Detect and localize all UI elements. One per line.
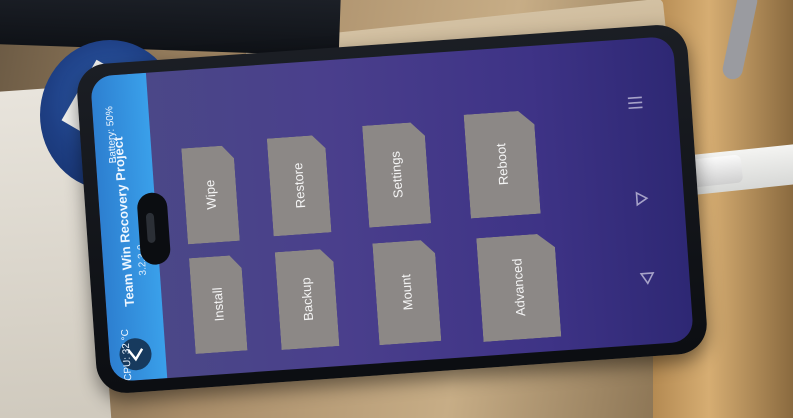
smartphone: CPU: 32 °C Team Win Recovery Project 3.2…	[75, 23, 709, 395]
restore-button[interactable]: Restore	[267, 135, 332, 237]
photo-scene: CPU: 32 °C Team Win Recovery Project 3.2…	[0, 0, 793, 418]
install-label: Install	[209, 286, 227, 322]
backup-label: Backup	[298, 276, 317, 322]
advanced-button[interactable]: Advanced	[476, 233, 561, 342]
restore-label: Restore	[290, 162, 309, 209]
settings-label: Settings	[387, 150, 406, 199]
navigation-bar	[603, 36, 694, 346]
wipe-button[interactable]: Wipe	[181, 145, 240, 244]
install-button[interactable]: Install	[189, 255, 248, 354]
black-box	[0, 0, 342, 57]
advanced-label: Advanced	[509, 257, 529, 317]
twrp-screen: CPU: 32 °C Team Win Recovery Project 3.2…	[90, 36, 694, 382]
cpu-temperature: CPU: 32 °C	[119, 328, 135, 382]
home-icon[interactable]	[633, 190, 650, 210]
menu-icon[interactable]	[627, 94, 644, 113]
backup-button[interactable]: Backup	[275, 248, 340, 350]
mount-button[interactable]: Mount	[372, 239, 441, 345]
battery-level: Battery: 50%	[104, 105, 120, 164]
settings-button[interactable]: Settings	[362, 122, 431, 228]
wipe-label: Wipe	[202, 179, 220, 210]
reboot-label: Reboot	[493, 142, 512, 186]
mount-label: Mount	[398, 273, 416, 311]
reboot-button[interactable]: Reboot	[464, 110, 541, 219]
back-icon[interactable]	[639, 270, 656, 290]
